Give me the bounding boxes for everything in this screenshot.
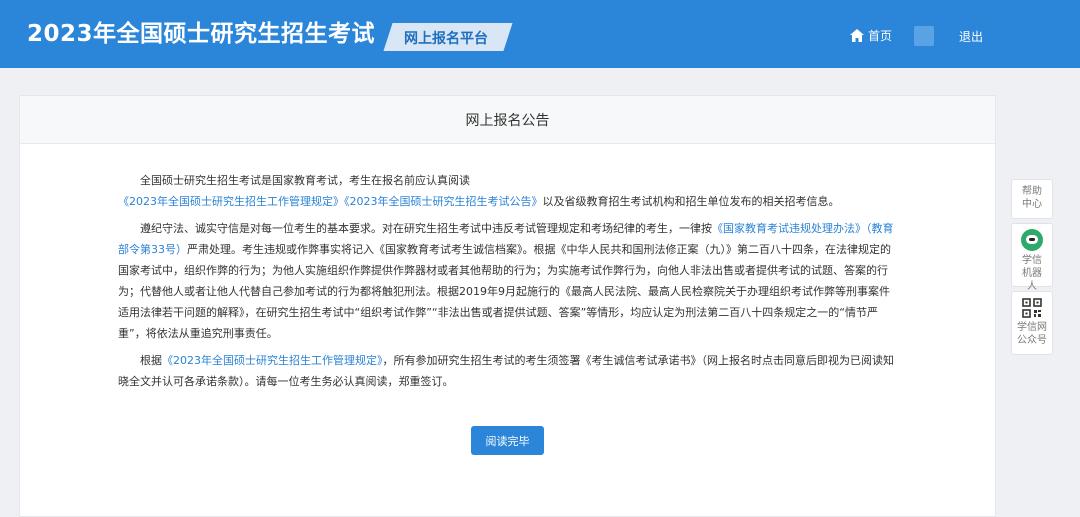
robot-icon: [1021, 229, 1043, 251]
wechat-qr-button[interactable]: 学信网公众号: [1011, 291, 1053, 355]
notice-text: 严肃处理。考生违规或作弊事实将记入《国家教育考试考生诚信档案》。根据《中华人民共…: [118, 243, 891, 340]
platform-tag: 网上报名平台: [404, 31, 488, 47]
notice-paragraph-2: 遵纪守法、诚实守信是对每一位考生的基本要求。对在研究生招生考试中违反考试管理规定…: [118, 218, 894, 344]
notice-paragraph-1: 全国硕士研究生招生考试是国家教育考试，考生在报名前应认真阅读《2023年全国硕士…: [118, 170, 894, 212]
top-header: 2023年全国硕士研究生招生考试 网上报名平台 首页 退出: [0, 0, 1080, 68]
nav-home-link[interactable]: 首页: [850, 26, 892, 44]
wechat-label: 学信网公众号: [1017, 322, 1047, 346]
notice-text: 遵纪守法、诚实守信是对每一位考生的基本要求。对在研究生招生考试中违反考试管理规定…: [140, 222, 712, 235]
notice-text: 全国硕士研究生招生考试是国家教育考试，考生在报名前应认真阅读: [140, 174, 470, 187]
side-toolbar: 帮助中心 学信机器人 学信网公众号: [1011, 179, 1053, 359]
notice-paragraph-3: 根据《2023年全国硕士研究生招生工作管理规定》，所有参加研究生招生考试的考生须…: [118, 350, 894, 392]
finish-reading-button[interactable]: 阅读完毕: [471, 426, 544, 455]
site-title: 2023年全国硕士研究生招生考试: [27, 21, 376, 47]
help-center-button[interactable]: 帮助中心: [1011, 179, 1053, 219]
notice-heading: 网上报名公告: [20, 96, 995, 144]
notice-panel: 网上报名公告 全国硕士研究生招生考试是国家教育考试，考生在报名前应认真阅读《20…: [19, 95, 996, 517]
notice-text: 根据: [140, 354, 162, 367]
notice-text: 以及省级教育招生考试机构和招生单位发布的相关招考信息。: [542, 195, 840, 208]
notice-body: 全国硕士研究生招生考试是国家教育考试，考生在报名前应认真阅读《2023年全国硕士…: [118, 170, 894, 398]
robot-label: 学信机器人: [1022, 255, 1042, 292]
qr-code-icon: [1022, 298, 1042, 318]
user-avatar[interactable]: [914, 26, 934, 46]
regulation-link-1[interactable]: 《2023年全国硕士研究生招生工作管理规定》《2023年全国硕士研究生招生考试公…: [118, 195, 543, 208]
home-icon: [850, 28, 864, 42]
help-center-label: 帮助中心: [1022, 186, 1042, 210]
regulation-link-2[interactable]: 《2023年全国硕士研究生招生工作管理规定》: [162, 354, 383, 367]
logout-link[interactable]: 退出: [959, 28, 983, 45]
robot-button[interactable]: 学信机器人: [1011, 223, 1053, 292]
nav-home-label: 首页: [868, 28, 893, 43]
